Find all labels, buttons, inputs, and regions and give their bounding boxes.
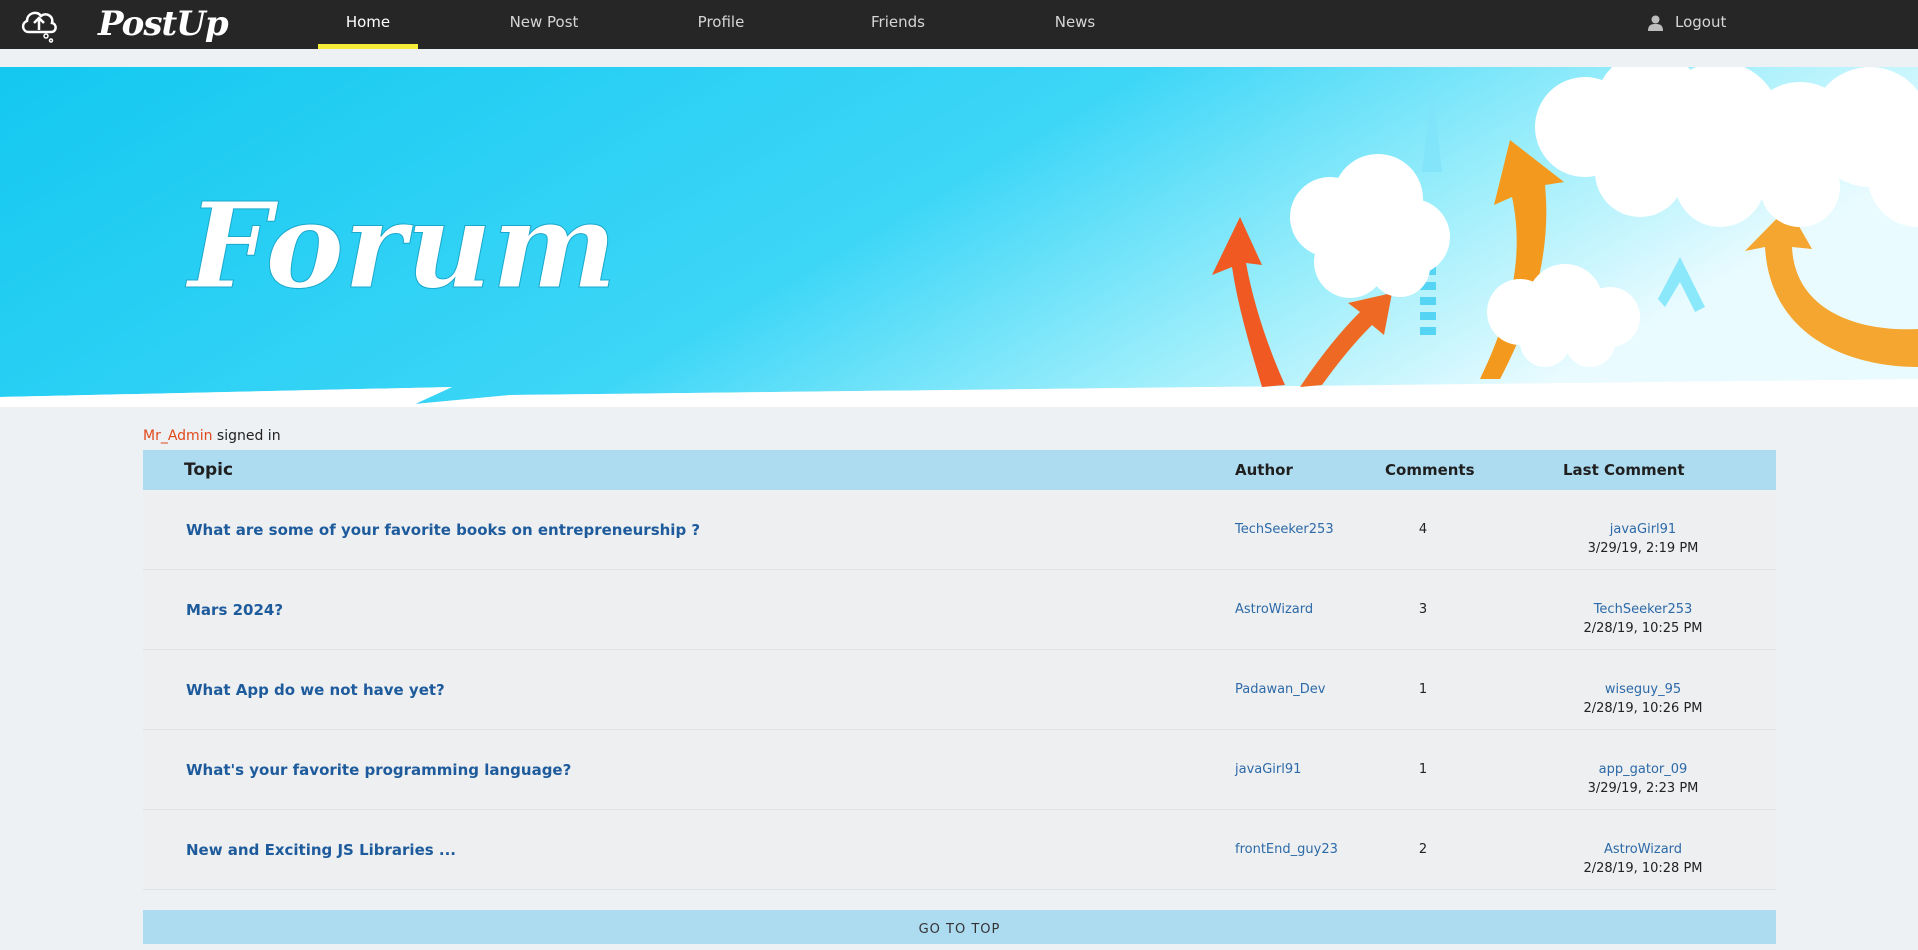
table-row: What are some of your favorite books on … bbox=[143, 490, 1776, 570]
comment-count: 1 bbox=[1418, 682, 1428, 697]
nav-profile[interactable]: Profile bbox=[671, 0, 771, 49]
last-comment-date: 3/29/19, 2:23 PM bbox=[1587, 781, 1699, 796]
table-row: Mars 2024? AstroWizard 3 TechSeeker253 2… bbox=[143, 570, 1776, 650]
last-comment-user[interactable]: wiseguy_95 bbox=[1543, 682, 1743, 697]
topic-link[interactable]: What's your favorite programming languag… bbox=[186, 761, 571, 779]
signed-in-suffix: signed in bbox=[216, 428, 281, 444]
active-nav-indicator bbox=[318, 44, 418, 49]
header-last-comment: Last Comment bbox=[1563, 461, 1685, 479]
comment-count: 4 bbox=[1418, 522, 1428, 537]
author-link[interactable]: javaGirl91 bbox=[1235, 762, 1301, 777]
forum-topics-table: Topic Author Comments Last Comment What … bbox=[143, 450, 1776, 890]
nav-home[interactable]: Home bbox=[318, 0, 418, 49]
last-comment-date: 3/29/19, 2:19 PM bbox=[1587, 541, 1699, 556]
last-comment-date: 2/28/19, 10:26 PM bbox=[1583, 701, 1703, 716]
go-to-top-button[interactable]: GO TO TOP bbox=[143, 910, 1776, 944]
comment-count: 2 bbox=[1418, 842, 1428, 857]
topic-link[interactable]: What App do we not have yet? bbox=[186, 681, 445, 699]
last-comment-user[interactable]: app_gator_09 bbox=[1543, 762, 1743, 777]
cloud-upload-icon[interactable] bbox=[19, 4, 59, 44]
top-navbar: PostUp Home New Post Profile Friends New… bbox=[0, 0, 1918, 49]
last-comment-date: 2/28/19, 10:28 PM bbox=[1583, 861, 1703, 876]
table-header: Topic Author Comments Last Comment bbox=[143, 450, 1776, 490]
signed-in-status: Mr_Admin signed in bbox=[143, 428, 281, 444]
table-row: What's your favorite programming languag… bbox=[143, 730, 1776, 810]
user-icon bbox=[1648, 15, 1663, 31]
last-comment-user[interactable]: TechSeeker253 bbox=[1543, 602, 1743, 617]
author-link[interactable]: AstroWizard bbox=[1235, 602, 1313, 617]
topic-link[interactable]: New and Exciting JS Libraries ... bbox=[186, 841, 456, 859]
nav-news[interactable]: News bbox=[1025, 0, 1125, 49]
author-link[interactable]: Padawan_Dev bbox=[1235, 682, 1325, 697]
table-row: What App do we not have yet? Padawan_Dev… bbox=[143, 650, 1776, 730]
logout-button[interactable]: Logout bbox=[1648, 0, 1726, 45]
forum-banner: Forum bbox=[0, 67, 1918, 407]
comment-count: 3 bbox=[1418, 602, 1428, 617]
last-comment-date: 2/28/19, 10:25 PM bbox=[1583, 621, 1703, 636]
header-author: Author bbox=[1235, 461, 1293, 479]
brand-logo[interactable]: PostUp bbox=[98, 2, 229, 46]
topic-link[interactable]: Mars 2024? bbox=[186, 601, 283, 619]
header-comments: Comments bbox=[1385, 461, 1475, 479]
table-row: New and Exciting JS Libraries ... frontE… bbox=[143, 810, 1776, 890]
logout-label[interactable]: Logout bbox=[1675, 13, 1726, 31]
header-topic: Topic bbox=[184, 460, 234, 480]
comment-count: 1 bbox=[1418, 762, 1428, 777]
author-link[interactable]: frontEnd_guy23 bbox=[1235, 842, 1338, 857]
banner-title: Forum bbox=[185, 176, 617, 315]
nav-friends[interactable]: Friends bbox=[848, 0, 948, 49]
author-link[interactable]: TechSeeker253 bbox=[1235, 522, 1334, 537]
topic-link[interactable]: What are some of your favorite books on … bbox=[186, 521, 700, 539]
last-comment-user[interactable]: AstroWizard bbox=[1543, 842, 1743, 857]
nav-new-post[interactable]: New Post bbox=[494, 0, 594, 49]
last-comment-user[interactable]: javaGirl91 bbox=[1543, 522, 1743, 537]
signed-in-username[interactable]: Mr_Admin bbox=[143, 428, 212, 444]
